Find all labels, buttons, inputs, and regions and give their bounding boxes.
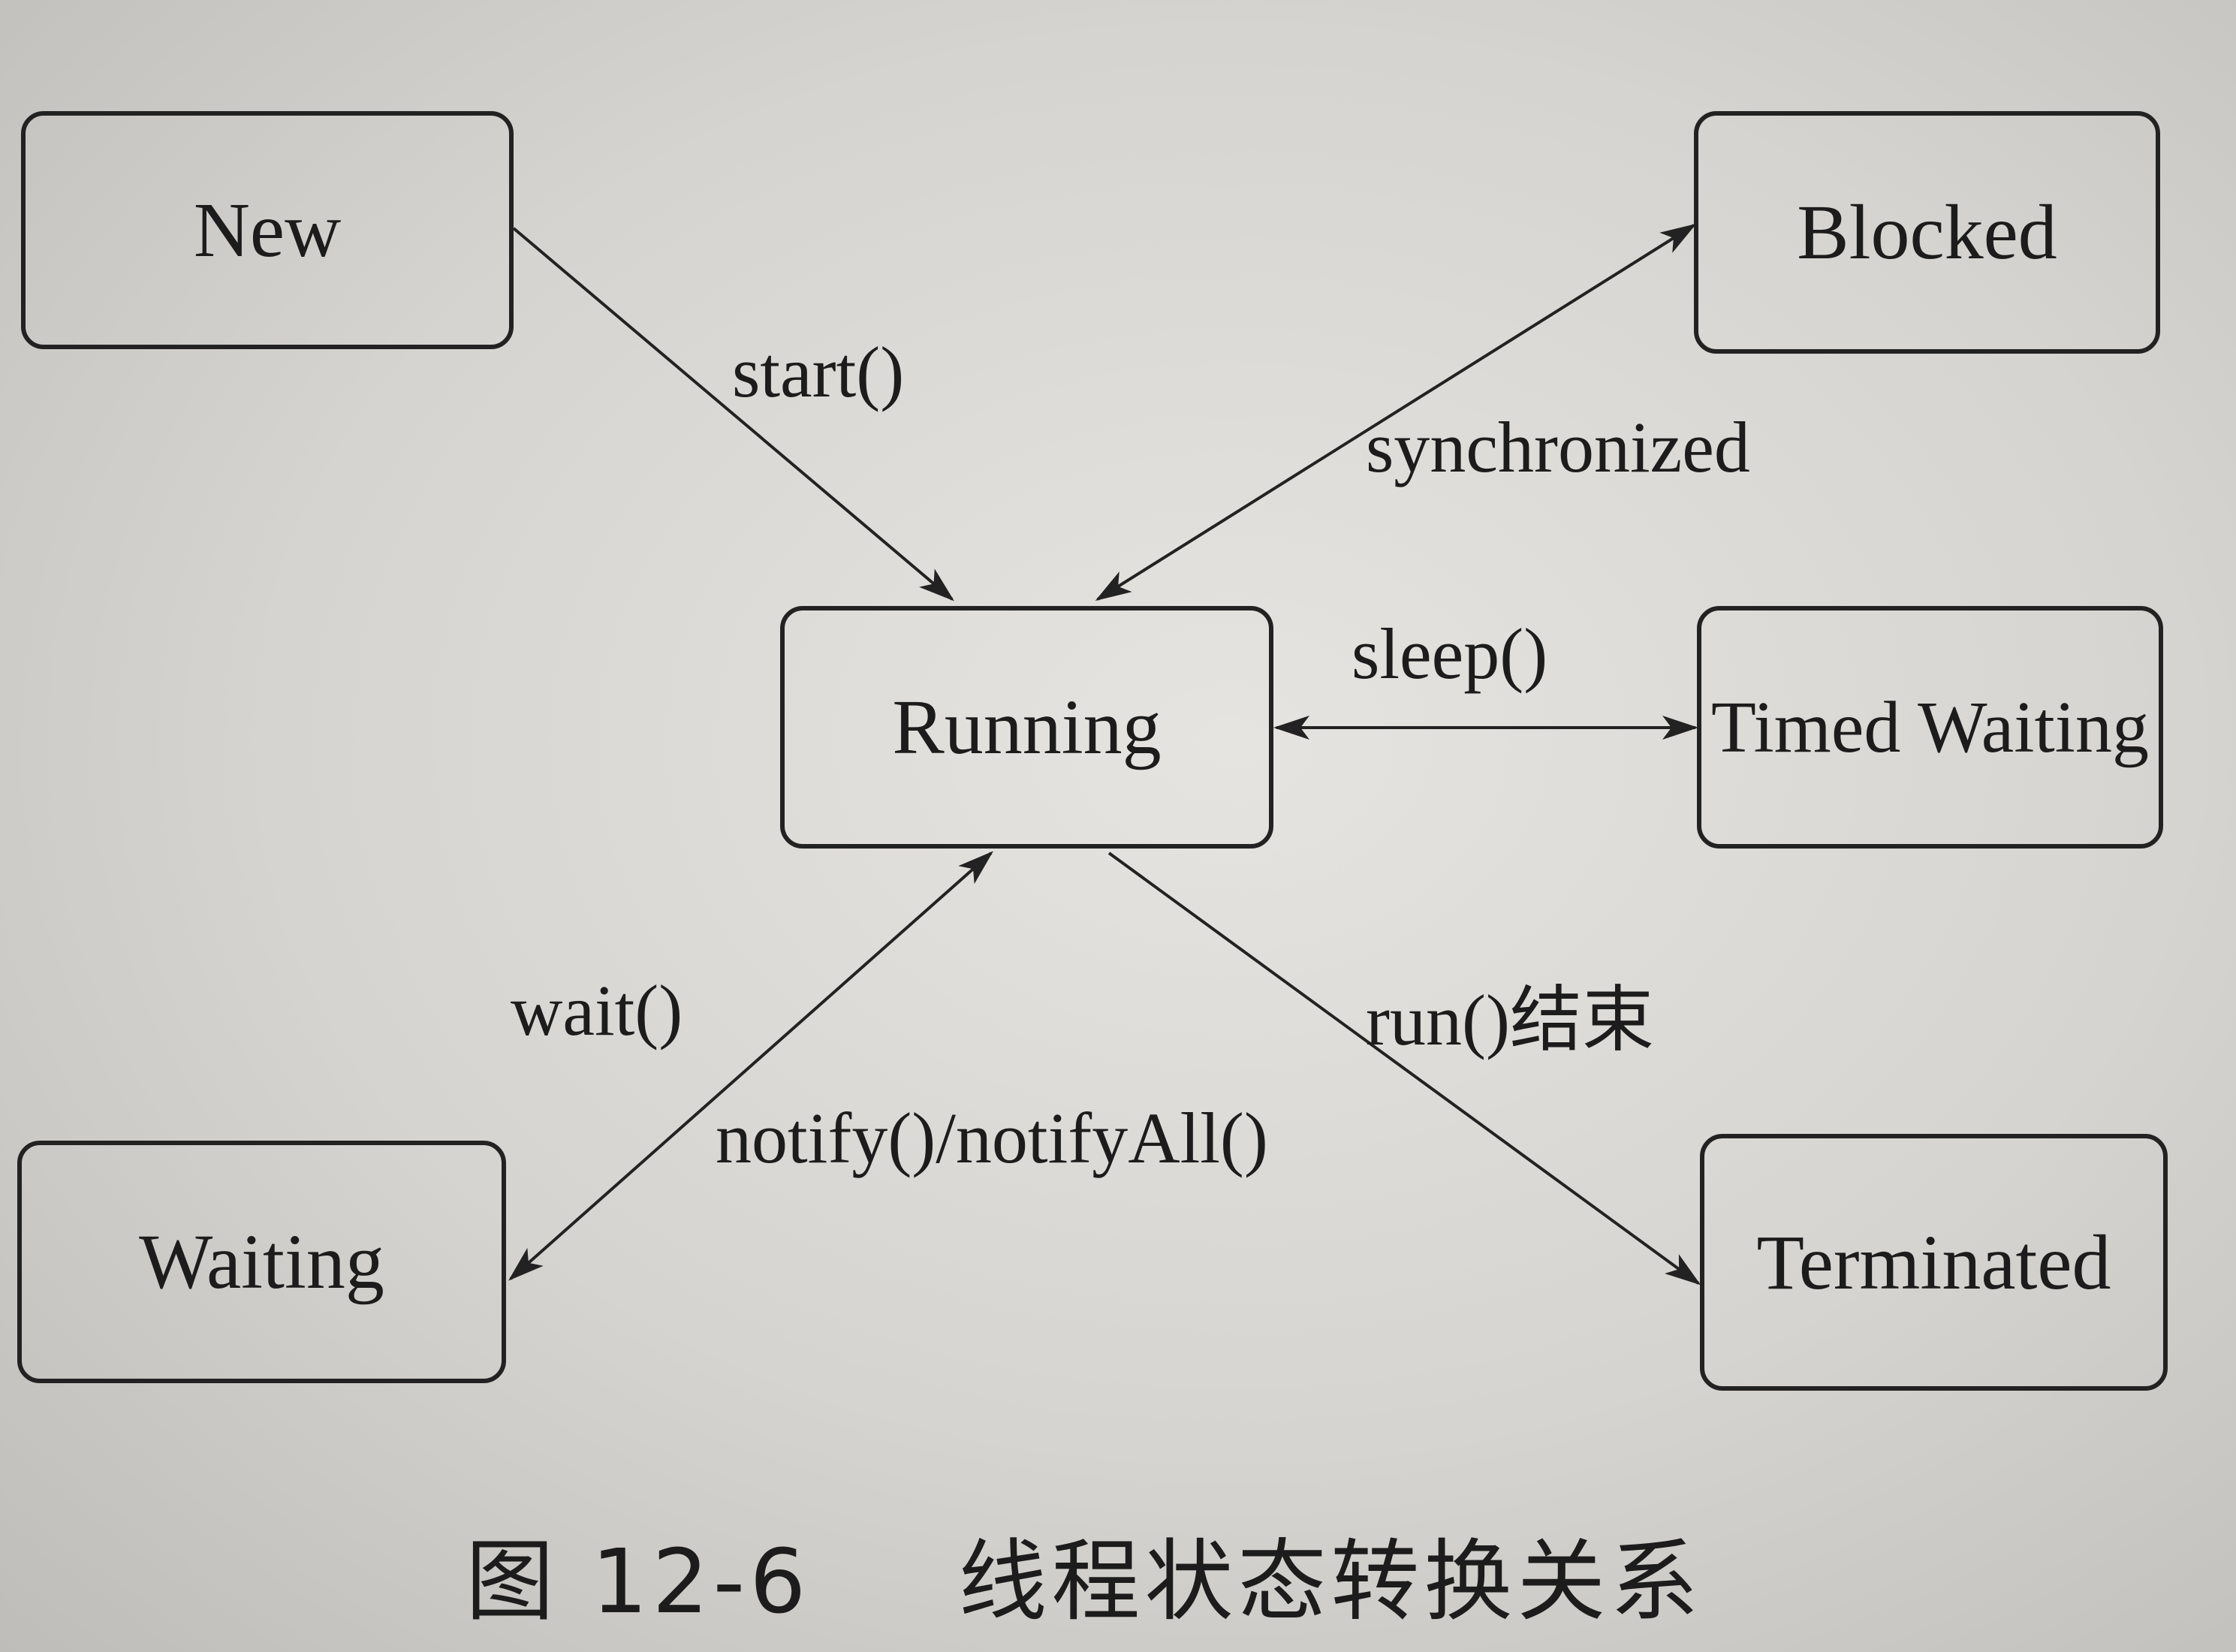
label-start: start() (732, 332, 905, 412)
arrow-running-to-terminated (1107, 852, 1701, 1286)
state-blocked: Blocked (1694, 111, 2160, 354)
state-terminated: Terminated (1700, 1134, 2168, 1391)
arrow-new-to-running (512, 227, 955, 601)
label-run-end: run()结束 (1366, 980, 1654, 1060)
state-running: Running (780, 606, 1273, 849)
state-timed-waiting: Timed Waiting (1697, 606, 2163, 849)
label-wait: wait() (511, 970, 683, 1051)
label-synchronized: synchronized (1366, 407, 1750, 487)
state-new: New (21, 111, 514, 349)
state-waiting: Waiting (17, 1141, 506, 1383)
figure-caption: 图 12-6 线程状态转换关系 (466, 1509, 1703, 1638)
figure-number: 图 12-6 (466, 1530, 811, 1633)
arrow-running-waiting (508, 851, 993, 1281)
label-notify: notify()/notifyAll() (716, 1098, 1268, 1178)
label-sleep: sleep() (1352, 613, 1548, 694)
figure-title: 线程状态转换关系 (958, 1530, 1704, 1633)
